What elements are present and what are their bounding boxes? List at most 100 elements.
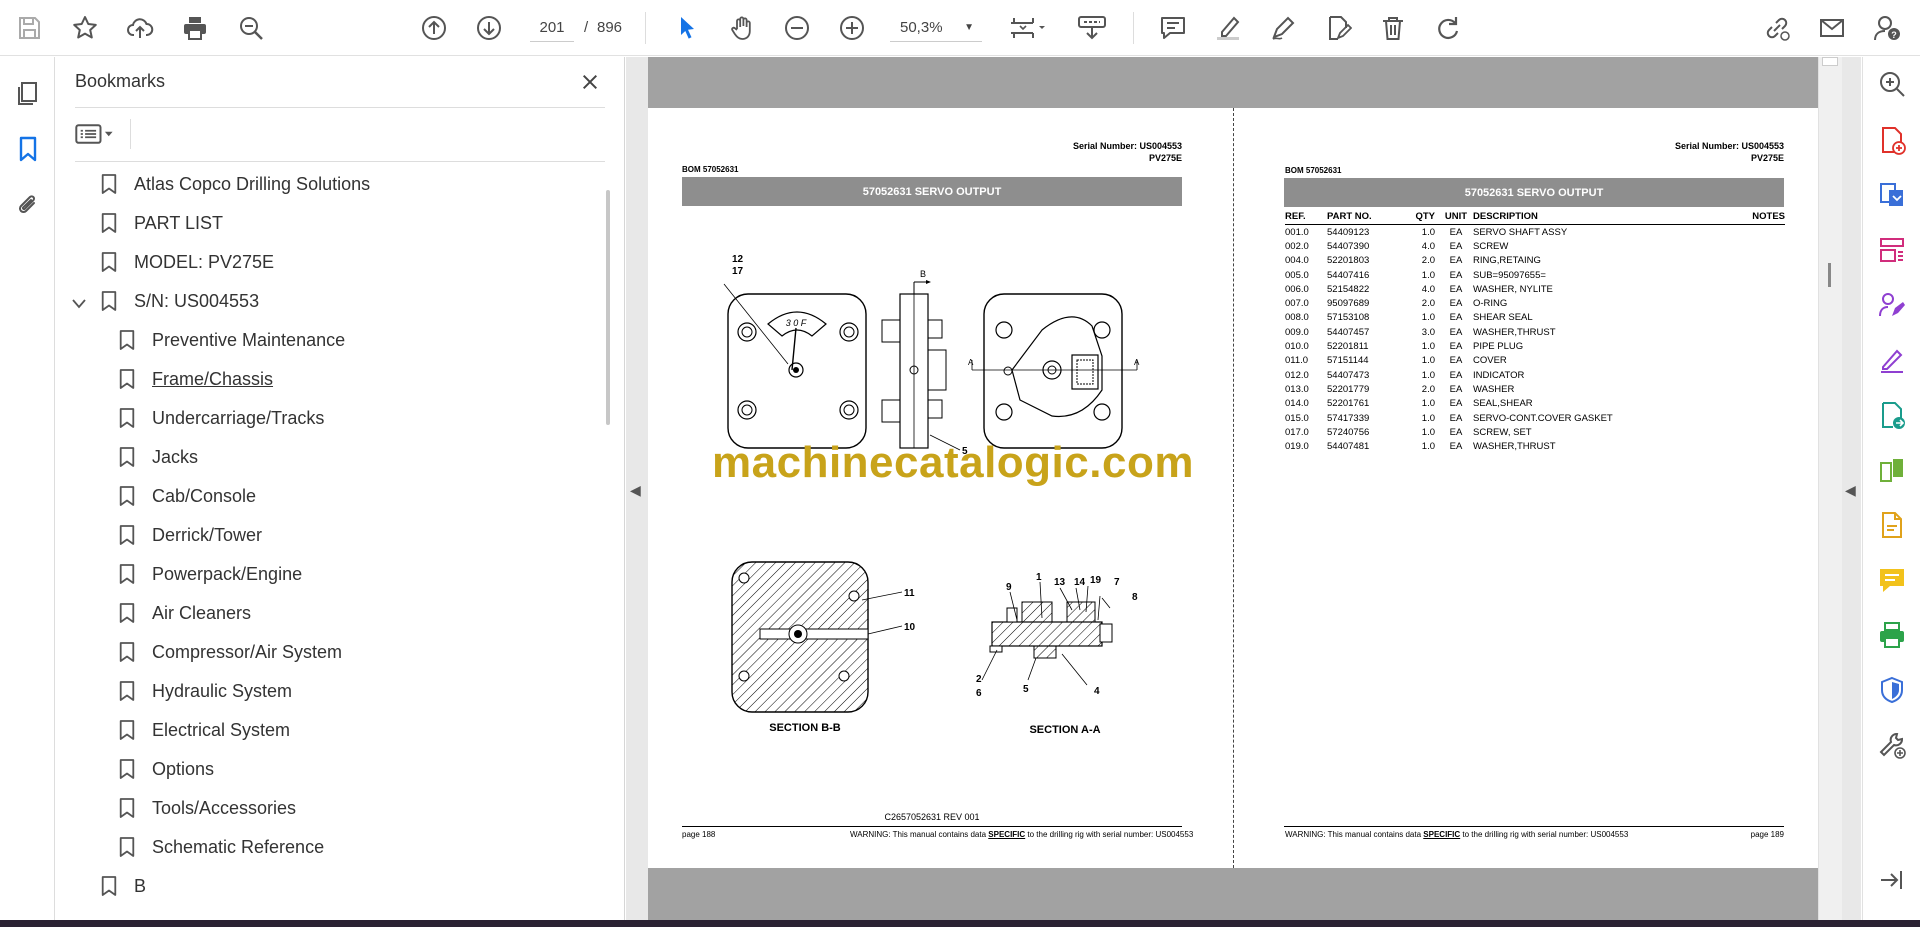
close-icon[interactable]	[575, 67, 605, 97]
star-icon[interactable]	[66, 9, 104, 47]
fill-sign-icon[interactable]	[1875, 343, 1909, 377]
collapse-left-panel-icon[interactable]: ◀	[630, 482, 641, 499]
bookmark-item[interactable]: Frame/Chassis	[116, 363, 273, 395]
bookmark-item[interactable]: Options	[116, 753, 214, 785]
zoom-search-icon[interactable]	[232, 9, 270, 47]
cell-notes	[1745, 368, 1785, 382]
share-link-icon[interactable]	[1758, 9, 1796, 47]
upload-cloud-icon[interactable]	[121, 9, 159, 47]
cell-notes	[1745, 282, 1785, 296]
document-scrollbar[interactable]	[1818, 57, 1842, 920]
bookmark-item[interactable]: Derrick/Tower	[116, 519, 262, 551]
bookmark-item[interactable]: Electrical System	[116, 714, 290, 746]
organize-pages-icon[interactable]	[1875, 233, 1909, 267]
toolbar-divider	[1133, 12, 1134, 44]
request-signatures-icon[interactable]	[1875, 288, 1909, 322]
bookmark-item[interactable]: Preventive Maintenance	[116, 324, 345, 356]
cell-part-no: 54407416	[1327, 269, 1370, 281]
edit-pdf-icon[interactable]	[1875, 508, 1909, 542]
cell-unit: EA	[1449, 355, 1463, 367]
bookmark-icon	[116, 524, 138, 546]
bookmark-label: Schematic Reference	[152, 836, 325, 857]
select-cursor-icon[interactable]	[668, 9, 706, 47]
cell-part-no: 57151144	[1327, 355, 1369, 367]
page-fit-icon[interactable]	[1000, 9, 1056, 47]
bookmark-item[interactable]: Powerpack/Engine	[116, 558, 302, 590]
cell-ref: 017.0	[1285, 426, 1309, 438]
scrollbar-up-button[interactable]	[1822, 57, 1838, 66]
highlight-icon[interactable]	[1209, 9, 1247, 47]
cell-qty: 3.0	[1421, 326, 1435, 338]
bookmark-item[interactable]: B	[98, 870, 146, 902]
chevron-down-icon: ▼	[964, 22, 974, 33]
callout-11: 11	[904, 588, 915, 599]
bookmark-item[interactable]: MODEL: PV275E	[98, 246, 274, 278]
bookmark-item[interactable]: Undercarriage/Tracks	[116, 402, 324, 434]
cell-ref: 015.0	[1285, 412, 1309, 424]
callout-17: 17	[732, 266, 744, 277]
bookmark-item[interactable]: Tools/Accessories	[116, 792, 296, 824]
bookmarks-scrollbar[interactable]	[606, 190, 610, 425]
zoom-in-icon[interactable]	[833, 9, 871, 47]
bookmark-item[interactable]: PART LIST	[98, 207, 223, 239]
cell-part-no: 57240756	[1327, 426, 1370, 438]
redo-rotate-icon[interactable]	[1429, 9, 1467, 47]
cell-description: SUB=95097655=	[1473, 269, 1546, 281]
draw-pen-icon[interactable]	[1264, 9, 1302, 47]
cell-part-no: 52154822	[1327, 283, 1370, 295]
create-pdf-icon[interactable]	[1875, 123, 1909, 157]
table-row: 013.0 52201779 2.0 EA WASHER	[1285, 382, 1785, 396]
print-icon[interactable]	[176, 9, 214, 47]
cell-unit: EA	[1449, 326, 1463, 338]
delete-trash-icon[interactable]	[1374, 9, 1412, 47]
page-thumbnails-icon[interactable]	[10, 75, 46, 111]
document-scrollbar-thumb[interactable]	[1828, 263, 1831, 287]
cell-unit: EA	[1449, 240, 1463, 252]
bookmark-item[interactable]: Atlas Copco Drilling Solutions	[98, 168, 370, 200]
save-icon[interactable]	[10, 9, 48, 47]
cell-qty: 2.0	[1421, 383, 1435, 395]
bookmark-item[interactable]: Compressor/Air System	[116, 636, 342, 668]
zoom-level-select[interactable]: 50,3% ▼	[890, 14, 982, 42]
scroll-mode-icon[interactable]	[1071, 9, 1113, 47]
edit-text-icon[interactable]	[1319, 9, 1357, 47]
page-number-input[interactable]: 201	[530, 14, 574, 42]
bookmark-list: Atlas Copco Drilling Solutions PART LIST M…	[55, 168, 605, 918]
next-page-icon[interactable]	[470, 9, 508, 47]
bookmark-item[interactable]: S/N: US004553	[72, 285, 259, 317]
more-tools-icon[interactable]	[1875, 728, 1909, 762]
bookmark-item[interactable]: Air Cleaners	[116, 597, 251, 629]
page-separator: /	[584, 19, 589, 36]
cell-unit: EA	[1449, 255, 1463, 267]
bookmark-icon	[116, 446, 138, 468]
cell-part-no: 57417339	[1327, 412, 1370, 424]
expand-panel-icon[interactable]	[1875, 863, 1909, 897]
bookmark-item[interactable]: Jacks	[116, 441, 198, 473]
left-navigation-rail	[0, 57, 55, 920]
bookmark-options-button[interactable]	[75, 119, 123, 149]
bookmarks-panel-icon[interactable]	[10, 131, 46, 167]
zoom-tool-icon[interactable]	[1875, 67, 1909, 101]
bookmark-item[interactable]: Schematic Reference	[116, 831, 324, 863]
hand-tool-icon[interactable]	[723, 9, 761, 47]
right-tools-rail	[1862, 57, 1920, 920]
bookmark-item[interactable]: Cab/Console	[116, 480, 256, 512]
collapse-right-panel-icon[interactable]: ◀	[1845, 482, 1856, 499]
compare-files-icon[interactable]	[1875, 453, 1909, 487]
cell-ref: 013.0	[1285, 383, 1309, 395]
email-icon[interactable]	[1813, 9, 1851, 47]
bookmark-item[interactable]: Hydraulic System	[116, 675, 292, 707]
chevron-down-icon[interactable]	[72, 293, 86, 314]
zoom-out-icon[interactable]	[778, 9, 816, 47]
comment-tool-icon[interactable]	[1875, 563, 1909, 597]
callout-2: 2	[976, 674, 982, 685]
account-help-icon[interactable]: ?	[1868, 9, 1906, 47]
cell-description: PIPE PLUG	[1473, 341, 1524, 353]
export-pdf-icon[interactable]	[1875, 178, 1909, 212]
protect-shield-icon[interactable]	[1875, 673, 1909, 707]
print-production-icon[interactable]	[1875, 618, 1909, 652]
previous-page-icon[interactable]	[415, 9, 453, 47]
comment-icon[interactable]	[1154, 9, 1192, 47]
send-file-icon[interactable]	[1875, 398, 1909, 432]
attachments-icon[interactable]	[10, 187, 46, 223]
